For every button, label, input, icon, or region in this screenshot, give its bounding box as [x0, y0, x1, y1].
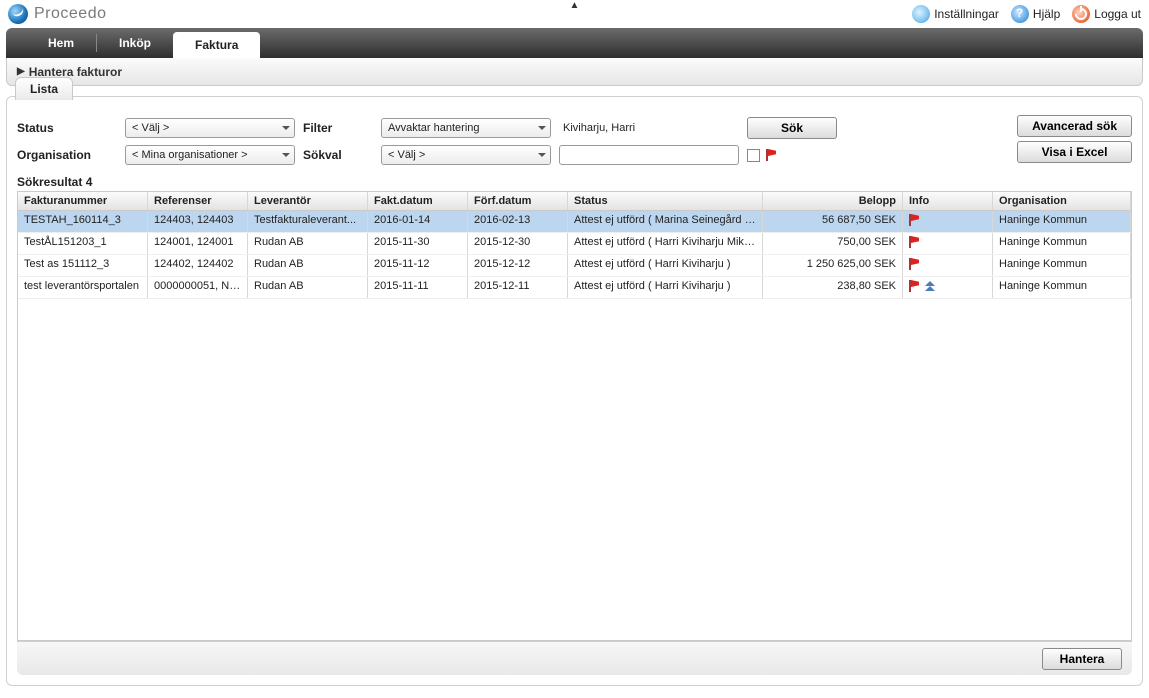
table-cell: Attest ej utförd ( Harri Kiviharju )	[568, 277, 763, 298]
info-cell	[903, 255, 993, 276]
status-label: Status	[17, 121, 117, 135]
table-row[interactable]: Test as 151112_3124402, 124402Rudan AB20…	[18, 255, 1131, 277]
collapse-toggle-icon[interactable]: ▲	[570, 0, 580, 11]
col-belopp[interactable]: Belopp	[763, 192, 903, 210]
table-cell: Attest ej utförd ( Harri Kiviharju Mika.…	[568, 233, 763, 254]
table-cell: TestÅL151203_1	[18, 233, 148, 254]
flag-checkbox[interactable]	[747, 149, 760, 162]
table-cell: 2016-02-13	[468, 211, 568, 232]
organisation-select[interactable]: < Mina organisationer >	[125, 145, 295, 165]
col-leverantor[interactable]: Leverantör	[248, 192, 368, 210]
table-cell: 2016-01-14	[368, 211, 468, 232]
col-status[interactable]: Status	[568, 192, 763, 210]
logout-link[interactable]: Logga ut	[1072, 5, 1141, 23]
table-cell: Test as 151112_3	[18, 255, 148, 276]
panel-footer: Hantera	[17, 641, 1132, 675]
table-cell: Haninge Kommun	[993, 233, 1131, 254]
table-cell: 238,80 SEK	[763, 277, 903, 298]
settings-icon	[912, 5, 930, 23]
logout-label: Logga ut	[1094, 7, 1141, 21]
table-row[interactable]: TESTAH_160114_3124403, 124403Testfaktura…	[18, 211, 1131, 233]
show-in-excel-button[interactable]: Visa i Excel	[1017, 141, 1132, 163]
brand-logo-icon	[8, 4, 28, 24]
info-cell	[903, 277, 993, 298]
tab-list[interactable]: Lista	[15, 77, 73, 100]
info-cell	[903, 233, 993, 254]
search-input[interactable]	[559, 145, 739, 165]
filter-bar: Status < Välj > Filter Avvaktar hanterin…	[17, 117, 1002, 165]
panel: Lista Status < Välj > Filter Avvaktar ha…	[6, 96, 1143, 686]
invoice-table: Fakturanummer Referenser Leverantör Fakt…	[17, 191, 1132, 641]
flag-icon	[909, 236, 919, 248]
table-cell: 750,00 SEK	[763, 233, 903, 254]
sokval-select[interactable]: < Välj >	[381, 145, 551, 165]
table-row[interactable]: test leverantörsportalen0000000051, Ny..…	[18, 277, 1131, 299]
table-cell: 2015-12-11	[468, 277, 568, 298]
search-button[interactable]: Sök	[747, 117, 837, 139]
manage-button[interactable]: Hantera	[1042, 648, 1122, 670]
sokval-label: Sökval	[303, 148, 373, 162]
table-cell: Rudan AB	[248, 255, 368, 276]
col-info[interactable]: Info	[903, 192, 993, 210]
table-cell: Haninge Kommun	[993, 255, 1131, 276]
advanced-search-button[interactable]: Avancerad sök	[1017, 115, 1132, 137]
table-cell: Haninge Kommun	[993, 277, 1131, 298]
info-cell	[903, 211, 993, 232]
col-fakturanummer[interactable]: Fakturanummer	[18, 192, 148, 210]
flag-icon	[909, 280, 919, 292]
organisation-label: Organisation	[17, 148, 117, 162]
col-referenser[interactable]: Referenser	[148, 192, 248, 210]
table-cell: 2015-11-12	[368, 255, 468, 276]
filter-select[interactable]: Avvaktar hantering	[381, 118, 551, 138]
help-link[interactable]: Hjälp	[1011, 5, 1060, 23]
col-faktdatum[interactable]: Fakt.datum	[368, 192, 468, 210]
table-cell: Attest ej utförd ( Harri Kiviharju )	[568, 255, 763, 276]
table-cell: 124001, 124001	[148, 233, 248, 254]
table-cell: Attest ej utförd ( Marina Seinegård H...	[568, 211, 763, 232]
priority-up-icon	[925, 280, 935, 292]
table-cell: Rudan AB	[248, 233, 368, 254]
table-body: TESTAH_160114_3124403, 124403Testfaktura…	[18, 211, 1131, 640]
nav-purchase[interactable]: Inköp	[97, 28, 173, 58]
flag-icon	[909, 258, 919, 270]
logout-icon	[1072, 5, 1090, 23]
table-header: Fakturanummer Referenser Leverantör Fakt…	[18, 192, 1131, 211]
table-cell: 124403, 124403	[148, 211, 248, 232]
chevron-right-icon: ▶	[17, 66, 25, 77]
table-cell: Rudan AB	[248, 277, 368, 298]
table-cell: 0000000051, Ny...	[148, 277, 248, 298]
table-cell: 56 687,50 SEK	[763, 211, 903, 232]
nav-home[interactable]: Hem	[26, 28, 96, 58]
table-cell: 2015-12-30	[468, 233, 568, 254]
brand-name: Proceedo	[34, 5, 912, 23]
table-cell: test leverantörsportalen	[18, 277, 148, 298]
sub-nav: ▶ Hantera fakturor	[6, 58, 1143, 86]
col-forfdatum[interactable]: Förf.datum	[468, 192, 568, 210]
table-cell: 124402, 124402	[148, 255, 248, 276]
table-cell: 2015-11-30	[368, 233, 468, 254]
col-organisation[interactable]: Organisation	[993, 192, 1131, 210]
help-label: Hjälp	[1033, 7, 1060, 21]
status-select[interactable]: < Välj >	[125, 118, 295, 138]
table-cell: TESTAH_160114_3	[18, 211, 148, 232]
filter-label: Filter	[303, 121, 373, 135]
user-name: Kiviharju, Harri	[559, 118, 739, 138]
table-row[interactable]: TestÅL151203_1124001, 124001Rudan AB2015…	[18, 233, 1131, 255]
nav-invoice[interactable]: Faktura	[173, 32, 260, 58]
table-cell: Haninge Kommun	[993, 211, 1131, 232]
result-count-label: Sökresultat 4	[17, 175, 1132, 189]
settings-link[interactable]: Inställningar	[912, 5, 999, 23]
main-nav: Hem Inköp Faktura	[6, 28, 1143, 58]
table-cell: 1 250 625,00 SEK	[763, 255, 903, 276]
table-cell: Testfakturaleverant...	[248, 211, 368, 232]
flag-icon	[909, 214, 919, 226]
flag-icon	[766, 149, 776, 161]
table-cell: 2015-12-12	[468, 255, 568, 276]
help-icon	[1011, 5, 1029, 23]
table-cell: 2015-11-11	[368, 277, 468, 298]
settings-label: Inställningar	[934, 7, 999, 21]
